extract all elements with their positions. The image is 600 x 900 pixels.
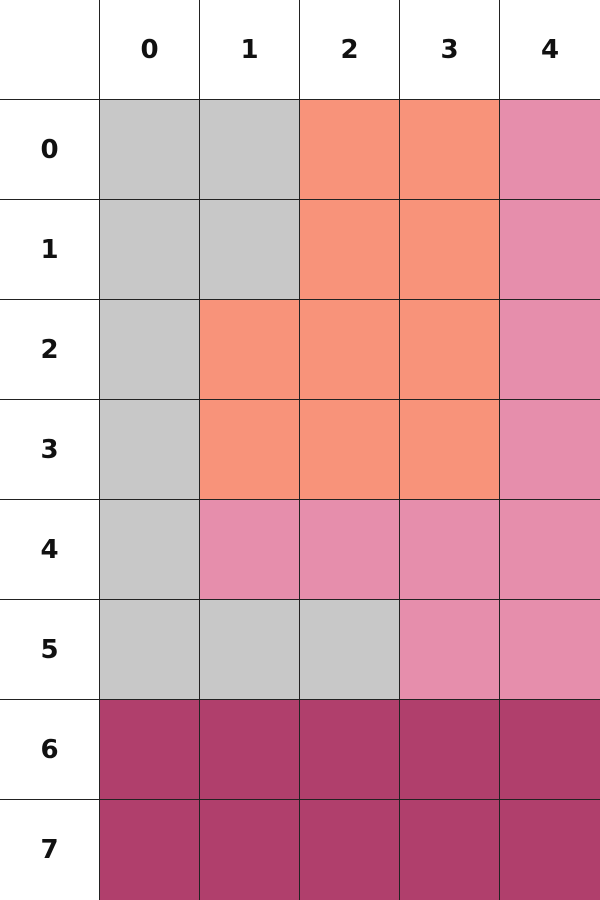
- grid-cell-r5-c2: [300, 600, 400, 700]
- grid-cell-r4-c3: [400, 500, 500, 600]
- grid-cell-r5-c4: [500, 600, 600, 700]
- corner-cell: [0, 0, 100, 100]
- row-label-5: 5: [0, 600, 100, 700]
- row-label-1: 1: [0, 200, 100, 300]
- grid-cell-r6-c1: [200, 700, 300, 800]
- grid-cell-r5-c3: [400, 600, 500, 700]
- grid-cell-r2-c0: [100, 300, 200, 400]
- grid-cell-r4-c0: [100, 500, 200, 600]
- row-label-6: 6: [0, 700, 100, 800]
- row-label-7: 7: [0, 800, 100, 900]
- grid-cell-r7-c0: [100, 800, 200, 900]
- grid-cell-r1-c2: [300, 200, 400, 300]
- grid-cell-r7-c2: [300, 800, 400, 900]
- grid-cell-r3-c4: [500, 400, 600, 500]
- column-header-3: 3: [400, 0, 500, 100]
- grid-cell-r5-c1: [200, 600, 300, 700]
- grid-cell-r2-c3: [400, 300, 500, 400]
- grid-cell-r4-c4: [500, 500, 600, 600]
- grid-cell-r7-c3: [400, 800, 500, 900]
- row-label-2: 2: [0, 300, 100, 400]
- row-label-3: 3: [0, 400, 100, 500]
- grid-cell-r0-c0: [100, 100, 200, 200]
- grid-cell-r0-c1: [200, 100, 300, 200]
- grid-cell-r0-c2: [300, 100, 400, 200]
- column-header-2: 2: [300, 0, 400, 100]
- grid-cell-r1-c3: [400, 200, 500, 300]
- grid-cell-r3-c2: [300, 400, 400, 500]
- grid-cell-r6-c2: [300, 700, 400, 800]
- grid-cell-r4-c1: [200, 500, 300, 600]
- row-label-0: 0: [0, 100, 100, 200]
- column-header-0: 0: [100, 0, 200, 100]
- grid-cell-r3-c1: [200, 400, 300, 500]
- grid-cell-r0-c3: [400, 100, 500, 200]
- grid-cell-r2-c1: [200, 300, 300, 400]
- column-header-1: 1: [200, 0, 300, 100]
- grid-cell-r7-c4: [500, 800, 600, 900]
- column-header-4: 4: [500, 0, 600, 100]
- grid-cell-r5-c0: [100, 600, 200, 700]
- grid-cell-r3-c3: [400, 400, 500, 500]
- grid-cell-r0-c4: [500, 100, 600, 200]
- grid-cell-r6-c4: [500, 700, 600, 800]
- grid-cell-r1-c0: [100, 200, 200, 300]
- grid-cell-r1-c1: [200, 200, 300, 300]
- color-grid: 0 1 2 3 4 01234567: [0, 0, 600, 900]
- grid-cell-r2-c2: [300, 300, 400, 400]
- row-label-4: 4: [0, 500, 100, 600]
- grid-cell-r2-c4: [500, 300, 600, 400]
- grid-cell-r6-c0: [100, 700, 200, 800]
- grid-cell-r1-c4: [500, 200, 600, 300]
- grid-cell-r3-c0: [100, 400, 200, 500]
- grid-cell-r4-c2: [300, 500, 400, 600]
- grid-cell-r6-c3: [400, 700, 500, 800]
- grid-cell-r7-c1: [200, 800, 300, 900]
